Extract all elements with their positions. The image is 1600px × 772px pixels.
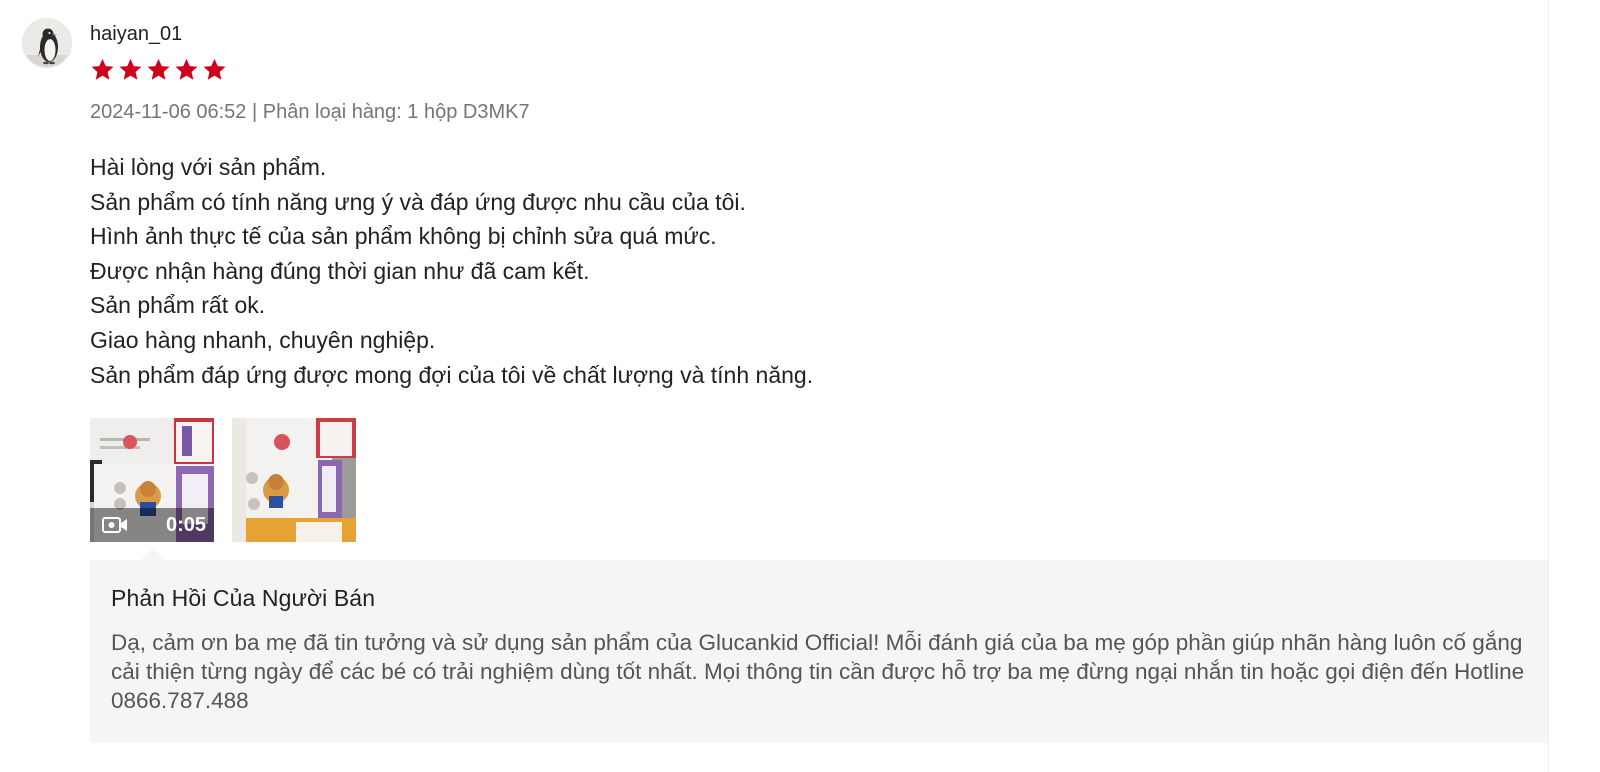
star-icon [119,58,142,80]
star-icon [203,58,226,80]
review-line: Sản phẩm có tính năng ưng ý và đáp ứng đ… [90,188,746,215]
panel-divider [1548,0,1549,772]
review-content: Hài lòng với sản phẩm. Sản phẩm có tính … [90,150,813,392]
reply-pointer [141,548,165,560]
video-duration: 0:05 [165,513,206,536]
seller-reply-title: Phản Hồi Của Người Bán [111,585,376,611]
star-icon [91,58,114,80]
review-line: Được nhận hàng đúng thời gian như đã cam… [90,257,590,284]
video-thumbnail[interactable]: 0:05 [90,418,214,542]
review-media: 0:05 [90,418,356,542]
video-overlay: 0:05 [90,508,214,542]
product-review: haiyan_01 2024-11-06 06:52 | Phân loại h… [0,0,1600,772]
image-thumbnail[interactable] [232,418,356,542]
penguin-avatar-image [23,19,71,67]
seller-reply: Phản Hồi Của Người Bán Dạ, cảm ơn ba mẹ … [90,560,1548,743]
video-camera-icon [102,517,127,533]
reviewer-username[interactable]: haiyan_01 [90,22,182,46]
review-line: Sản phẩm đáp ứng được mong đợi của tôi v… [90,361,814,388]
review-line: Sản phẩm rất ok. [90,292,266,319]
seller-reply-text: Dạ, cảm ơn ba mẹ đã tin tưởng và sử dụng… [111,630,1525,713]
review-line: Hài lòng với sản phẩm. [90,154,327,180]
star-icon [175,58,198,80]
product-photo-image [232,418,356,542]
review-line: Giao hàng nhanh, chuyên nghiệp. [90,326,436,353]
review-line: Hình ảnh thực tế của sản phẩm không bị c… [90,223,717,250]
review-meta: 2024-11-06 06:52 | Phân loại hàng: 1 hộp… [90,101,530,123]
rating-stars [90,57,227,82]
star-icon [147,58,170,80]
avatar[interactable] [22,18,72,68]
